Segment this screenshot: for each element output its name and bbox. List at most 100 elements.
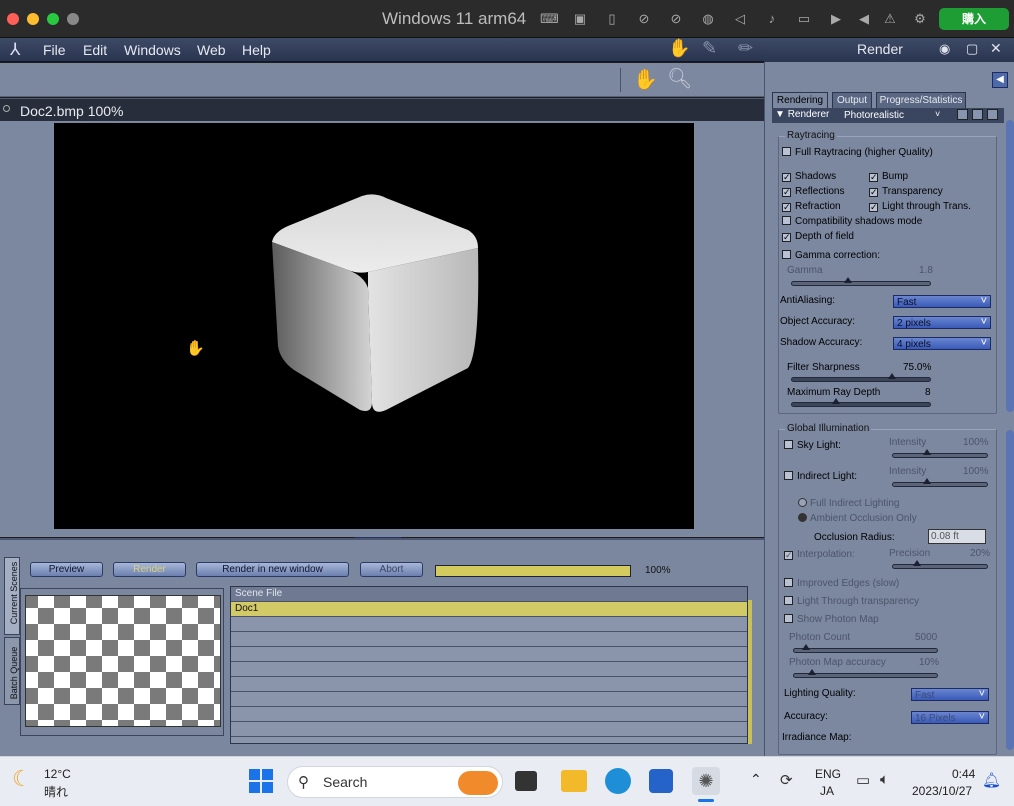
drive-icon[interactable]: ▭: [796, 11, 812, 27]
microphone-icon[interactable]: ♪: [764, 11, 780, 27]
bump-checkbox[interactable]: ✓ Bump: [869, 171, 908, 182]
refraction-checkbox[interactable]: ✓ Refraction: [782, 201, 841, 212]
accuracy-select[interactable]: 16 Pixels: [911, 711, 989, 724]
precision-slider[interactable]: [892, 560, 988, 569]
table-row[interactable]: Doc1: [231, 602, 747, 617]
notification-bell-icon[interactable]: 🔔︎: [982, 771, 1001, 789]
occlusion-radius-input[interactable]: 0.08 ft: [928, 529, 986, 544]
gamma-correction-checkbox[interactable]: Gamma correction:: [782, 250, 880, 261]
filter-slider-thumb[interactable]: [888, 373, 896, 379]
keyboard-icon[interactable]: ⌨: [540, 11, 559, 27]
max-ray-depth-slider[interactable]: [791, 398, 931, 407]
speaker-icon[interactable]: ◁: [732, 11, 748, 27]
tab-batch-queue[interactable]: Batch Queue: [4, 637, 20, 705]
menu-edit[interactable]: Edit: [83, 42, 107, 58]
zoom-icon[interactable]: 🔍︎: [667, 66, 692, 91]
monitor-icon[interactable]: ▭: [856, 771, 870, 789]
usb-icon[interactable]: ▯: [604, 11, 620, 27]
preset-icon[interactable]: [957, 109, 968, 120]
chevron-up-icon[interactable]: ⌃: [750, 771, 762, 788]
tool-hand-icon[interactable]: ✋: [668, 38, 690, 59]
sky-intensity-slider[interactable]: [892, 449, 988, 458]
doc-close-icon[interactable]: [3, 105, 10, 112]
sky-light-checkbox[interactable]: Sky Light:: [784, 440, 841, 451]
gear-icon[interactable]: ⚙: [912, 11, 928, 27]
table-row[interactable]: [231, 662, 747, 677]
shadow-accuracy-select[interactable]: 4 pixels: [893, 337, 991, 350]
full-indirect-radio[interactable]: Full Indirect Lighting: [798, 498, 900, 509]
table-row[interactable]: [231, 707, 747, 722]
camera-off-icon[interactable]: ⊘: [636, 11, 652, 27]
input-language[interactable]: ENG: [815, 767, 841, 781]
close-window-button[interactable]: [7, 13, 19, 25]
input-ime[interactable]: JA: [820, 784, 834, 798]
app-render-icon[interactable]: ✺: [692, 767, 720, 795]
globe-icon[interactable]: ◍: [700, 11, 716, 27]
panel-scrollbar[interactable]: [1006, 120, 1014, 412]
menu-help[interactable]: Help: [242, 42, 271, 58]
edge-browser-icon[interactable]: [605, 768, 631, 794]
windows-start-icon[interactable]: [249, 769, 273, 793]
full-raytracing-checkbox[interactable]: Full Raytracing (higher Quality): [782, 147, 933, 158]
lighting-quality-select[interactable]: Fast: [911, 688, 989, 701]
moon-weather-icon[interactable]: ☾: [12, 766, 32, 792]
depth-of-field-checkbox[interactable]: ✓ Depth of field: [782, 231, 854, 242]
abort-button[interactable]: Abort: [360, 562, 423, 577]
tool-pencil-icon[interactable]: ✏: [738, 38, 753, 59]
collapse-panel-icon[interactable]: ◀: [992, 72, 1008, 88]
back-icon[interactable]: ◀: [856, 11, 872, 27]
weather-temp[interactable]: 12°C: [44, 767, 71, 781]
light-through-transparency-checkbox[interactable]: Light Through transparency: [784, 596, 919, 607]
maximize-icon[interactable]: ▢: [966, 41, 978, 57]
zoom-window-button[interactable]: [47, 13, 59, 25]
clock-time[interactable]: 0:44: [952, 767, 975, 781]
warning-icon[interactable]: ⚠: [882, 11, 898, 27]
filter-sharpness-slider[interactable]: [791, 373, 931, 382]
buy-button[interactable]: 購入: [939, 8, 1009, 30]
table-row[interactable]: [231, 722, 747, 737]
table-row[interactable]: [231, 692, 747, 707]
save-preset-icon[interactable]: [972, 109, 983, 120]
photon-count-slider[interactable]: [793, 644, 938, 653]
tool-brush-icon[interactable]: ✎: [702, 38, 717, 59]
photon-accuracy-slider[interactable]: [793, 669, 938, 678]
tab-current-scenes[interactable]: Current Scenes: [4, 557, 20, 635]
pan-hand-icon[interactable]: ✋: [633, 67, 658, 92]
taskbar-search[interactable]: ⚲ Search: [287, 766, 503, 798]
menu-windows[interactable]: Windows: [124, 42, 181, 58]
close-icon[interactable]: ✕: [990, 40, 1002, 57]
ambient-occlusion-radio[interactable]: Ambient Occlusion Only: [798, 513, 917, 524]
interpolation-checkbox[interactable]: ✓ Interpolation:: [784, 549, 855, 560]
clock-date[interactable]: 2023/10/27: [912, 784, 972, 798]
eye-icon[interactable]: ◉: [939, 41, 950, 57]
table-row[interactable]: [231, 677, 747, 692]
volume-icon[interactable]: 🔈︎: [880, 771, 889, 788]
sky-slider-thumb[interactable]: [923, 449, 931, 455]
precision-slider-thumb[interactable]: [913, 560, 921, 566]
renderer-select[interactable]: Photorealistic: [844, 110, 904, 121]
video-icon[interactable]: ▶: [828, 11, 844, 27]
table-row[interactable]: [231, 617, 747, 632]
compat-shadows-checkbox[interactable]: Compatibility shadows mode: [782, 216, 922, 227]
transparency-checkbox[interactable]: ✓ Transparency: [869, 186, 943, 197]
mic-off-icon[interactable]: ⊘: [668, 11, 684, 27]
task-view-icon[interactable]: [515, 771, 537, 791]
menu-web[interactable]: Web: [197, 42, 226, 58]
antialiasing-select[interactable]: Fast: [893, 295, 991, 308]
render-button[interactable]: Render: [113, 562, 186, 577]
gamma-slider-thumb[interactable]: [844, 277, 852, 283]
renderer-label[interactable]: ▼ Renderer: [775, 109, 829, 120]
table-row[interactable]: [231, 647, 747, 662]
indirect-intensity-slider[interactable]: [892, 478, 988, 487]
menu-file[interactable]: File: [43, 42, 66, 58]
table-row[interactable]: [231, 632, 747, 647]
fullscreen-button[interactable]: [67, 13, 79, 25]
indirect-light-checkbox[interactable]: Indirect Light:: [784, 471, 857, 482]
indirect-slider-thumb[interactable]: [923, 478, 931, 484]
photon-count-thumb[interactable]: [802, 644, 810, 650]
improved-edges-checkbox[interactable]: Improved Edges (slow): [784, 578, 899, 589]
sync-icon[interactable]: ⟳: [780, 771, 793, 789]
cpu-icon[interactable]: ▣: [572, 11, 588, 27]
gamma-slider[interactable]: [791, 277, 931, 286]
scene-table-scrollbar[interactable]: [748, 600, 752, 744]
